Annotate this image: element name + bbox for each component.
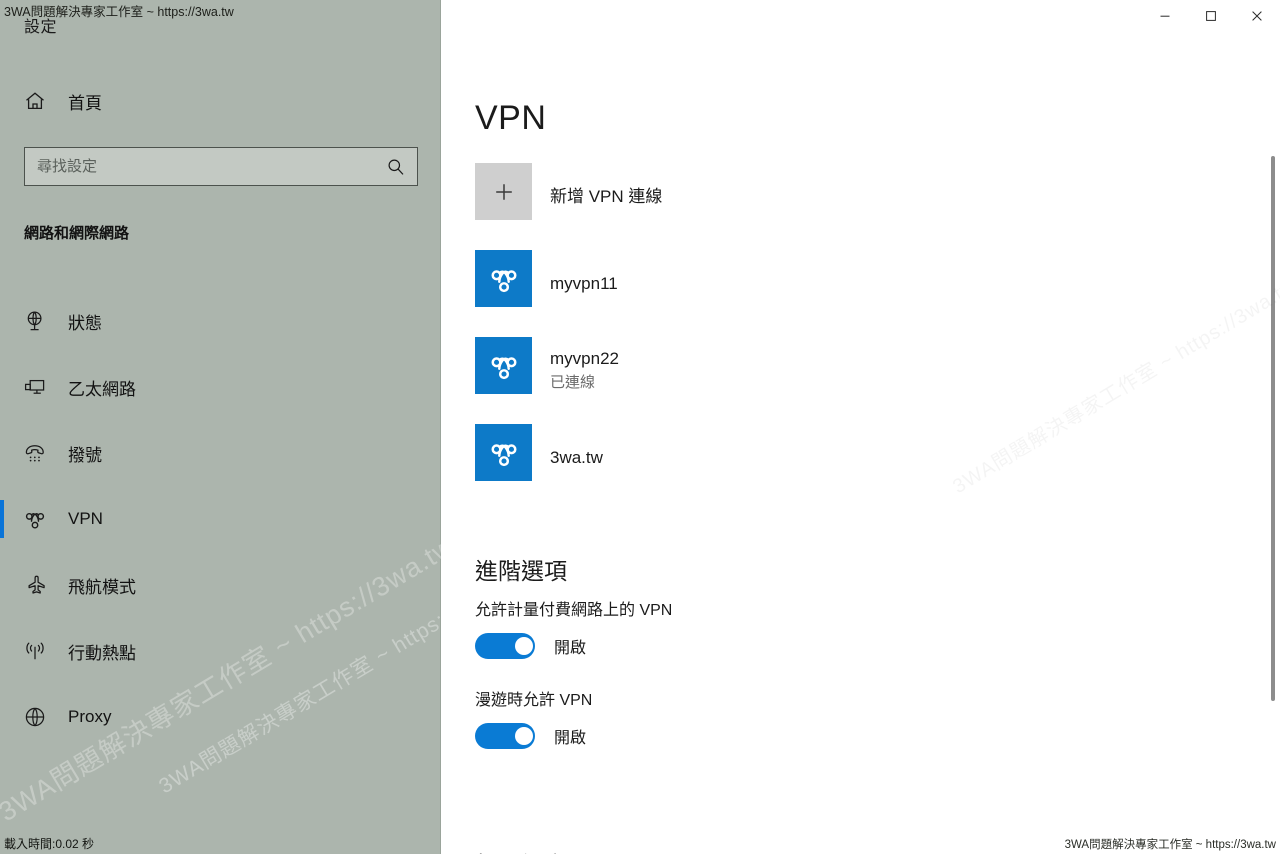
option-roaming-vpn-toggle-row: 開啟 [475,723,1095,749]
toggle-knob [515,727,533,745]
sidebar-item-dialup[interactable]: 撥號 [0,420,441,486]
page-title: VPN [475,98,547,137]
search-box[interactable] [24,147,418,186]
roaming-vpn-toggle[interactable] [475,723,535,749]
sidebar-item-proxy[interactable]: Proxy [0,684,441,750]
vpn-item-texts: myvpn11 [550,250,618,312]
search-button[interactable] [375,148,417,185]
sidebar-nav: 狀態 乙太網路 撥號 VPN 飛航模式 行動熱點 Proxy [0,288,441,750]
sidebar-item-ethernet-label: 乙太網路 [68,379,136,399]
vpn-list-item[interactable]: myvpn11 [475,250,1175,312]
sidebar-item-vpn-label: VPN [68,509,103,528]
window-title: 設定 [24,19,58,36]
sidebar-item-home-label: 首頁 [68,93,102,113]
advanced-options-heading: 進階選項 [475,558,567,585]
add-vpn-texts: 新增 VPN 連線 [550,163,662,225]
sidebar: 設定 首頁 網路和網際網路 [0,0,523,854]
search-icon [383,154,409,180]
vpn-connections-list: 新增 VPN 連線 myvpn11 myvpn22 已連線 3wa.tw [475,163,1175,511]
toggle-knob [515,637,533,655]
window-controls [1142,0,1280,36]
ethernet-icon [22,374,48,400]
minimize-button[interactable] [1142,0,1188,32]
vpn-item-texts: 3wa.tw [550,424,603,486]
airplane-icon [22,572,48,598]
roaming-vpn-toggle-state: 開啟 [554,730,587,747]
sidebar-item-airplane-mode[interactable]: 飛航模式 [0,552,441,618]
sidebar-item-airplane-mode-label: 飛航模式 [68,577,136,597]
sidebar-item-vpn[interactable]: VPN [0,486,441,552]
option-metered-vpn-label: 允許計量付費網路上的 VPN [475,602,673,619]
sidebar-item-status-label: 狀態 [68,313,102,333]
globe-icon [22,704,48,730]
vertical-scrollbar[interactable] [1271,156,1275,701]
metered-vpn-toggle-state: 開啟 [554,640,587,657]
option-roaming-vpn: 漫遊時允許 VPN 開啟 [475,686,1095,749]
add-vpn-connection-row[interactable]: 新增 VPN 連線 [475,163,1175,225]
sidebar-group-heading: 網路和網際網路 [24,225,130,242]
vpn-list-item[interactable]: 3wa.tw [475,424,1175,486]
maximize-button[interactable] [1188,0,1234,32]
vpn-item-name: myvpn11 [550,273,618,293]
settings-window: 設定 首頁 網路和網際網路 [0,0,1280,854]
vpn-list-item[interactable]: myvpn22 已連線 [475,337,1175,399]
sidebar-item-dialup-label: 撥號 [68,445,102,465]
status-badge: 已連線 [550,374,596,391]
vpn-item-name: myvpn22 [550,349,619,368]
add-vpn-label: 新增 VPN 連線 [550,186,663,206]
sidebar-item-mobile-hotspot-label: 行動熱點 [68,643,136,663]
sidebar-item-status[interactable]: 狀態 [0,288,441,354]
main-content: VPN 新增 VPN 連線 myvpn11 myvpn22 已連線 3wa.tw… [441,0,1280,854]
vpn-icon [475,337,532,394]
close-button[interactable] [1234,0,1280,32]
sidebar-item-proxy-label: Proxy [68,707,112,726]
home-icon [22,88,48,114]
metered-vpn-toggle[interactable] [475,633,535,659]
load-time-label: 載入時間:0.02 秒 [4,837,95,851]
globe-status-icon [22,308,48,334]
sidebar-item-mobile-hotspot[interactable]: 行動熱點 [0,618,441,684]
vpn-item-name: 3wa.tw [550,447,603,467]
vpn-item-texts: myvpn22 已連線 [550,337,619,399]
dialup-icon [22,440,48,466]
plus-icon [475,163,532,220]
option-roaming-vpn-label: 漫遊時允許 VPN [475,692,593,709]
option-metered-vpn-toggle-row: 開啟 [475,633,1095,659]
related-settings-heading: 相關設定 [475,846,567,854]
search-input[interactable] [25,148,375,185]
sidebar-item-home[interactable]: 首頁 [22,85,102,117]
hotspot-icon [22,638,48,664]
vpn-icon [475,424,532,481]
sidebar-item-ethernet[interactable]: 乙太網路 [0,354,441,420]
vpn-icon [22,506,48,532]
option-metered-vpn: 允許計量付費網路上的 VPN 開啟 [475,596,1095,659]
vpn-icon [475,250,532,307]
